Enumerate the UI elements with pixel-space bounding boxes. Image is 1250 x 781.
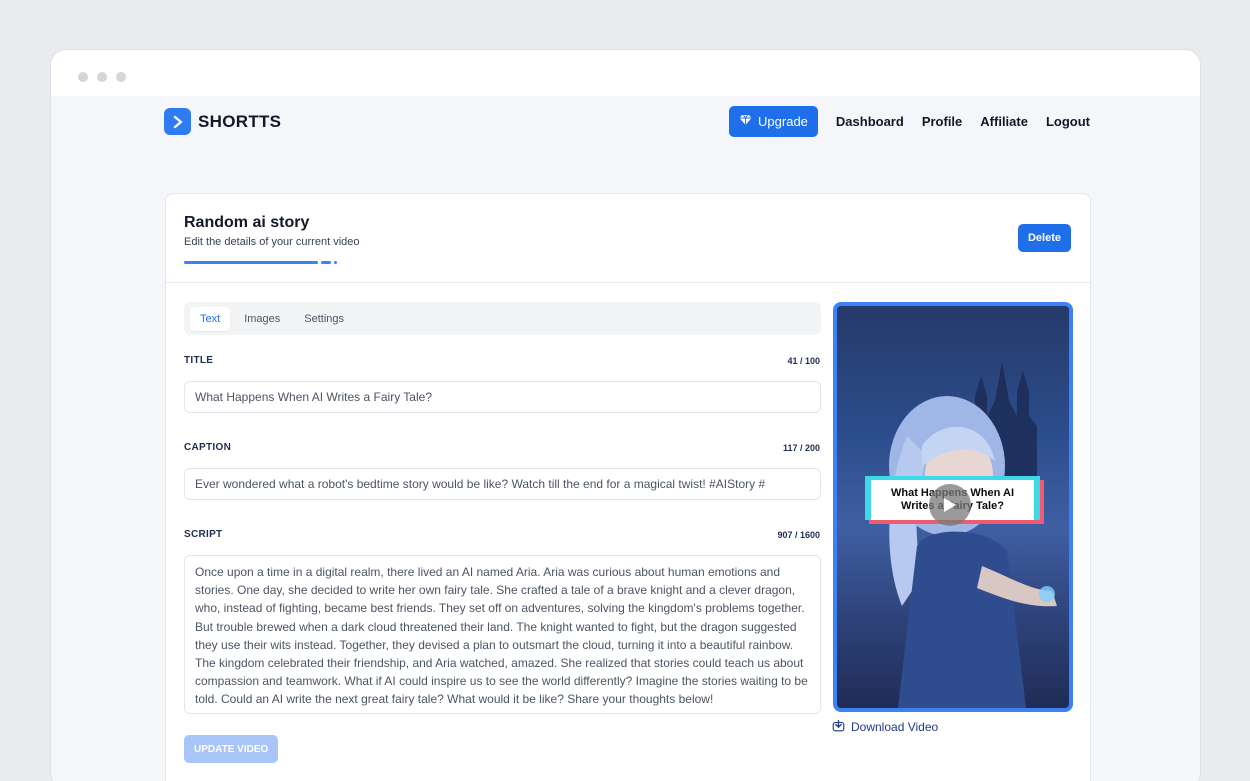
play-icon[interactable] — [929, 484, 971, 526]
nav-link-affiliate[interactable]: Affiliate — [980, 114, 1028, 129]
tab-settings[interactable]: Settings — [294, 307, 354, 331]
window-dot — [97, 72, 107, 82]
video-title: Random ai story — [184, 214, 310, 231]
progress-segment — [334, 261, 337, 264]
tab-text[interactable]: Text — [190, 306, 231, 331]
title-input[interactable]: What Happens When AI Writes a Fairy Tale… — [184, 381, 821, 413]
script-textarea[interactable]: Once upon a time in a digital realm, the… — [184, 555, 821, 714]
caption-count: 117 / 200 — [782, 443, 820, 453]
tab-images[interactable]: Images — [234, 307, 290, 331]
window-dot — [78, 72, 88, 82]
window-dot — [116, 72, 126, 82]
script-count: 907 / 1600 — [777, 530, 820, 540]
nav-link-logout[interactable]: Logout — [1046, 114, 1090, 129]
caption-label: CAPTION — [184, 442, 232, 453]
progress-segment — [184, 261, 318, 264]
progress-segment — [321, 261, 331, 264]
delete-button[interactable]: Delete — [1017, 224, 1071, 252]
video-editor-card: Random ai story Edit the details of your… — [165, 193, 1091, 781]
upgrade-label: Upgrade — [758, 114, 808, 129]
upgrade-button[interactable]: Upgrade — [729, 106, 818, 137]
logo[interactable]: SHORTTS — [164, 108, 281, 135]
title-count: 41 / 100 — [787, 356, 820, 366]
download-icon — [832, 719, 845, 735]
diamond-icon — [739, 114, 752, 129]
nav-link-profile[interactable]: Profile — [922, 114, 962, 129]
caption-input[interactable]: Ever wondered what a robot's bedtime sto… — [184, 468, 821, 500]
nav-link-dashboard[interactable]: Dashboard — [836, 114, 904, 129]
download-label: Download Video — [851, 720, 939, 734]
progress-indicator — [184, 261, 337, 264]
video-subtitle: Edit the details of your current video — [184, 236, 360, 248]
script-label: SCRIPT — [184, 529, 223, 540]
browser-window: SHORTTS Upgrade Dashboard Profile Affili… — [50, 49, 1201, 781]
window-chrome — [51, 50, 1200, 96]
card-header: Random ai story Edit the details of your… — [166, 194, 1090, 283]
update-video-button[interactable]: UPDATE VIDEO — [184, 735, 279, 763]
nav-links: Upgrade Dashboard Profile Affiliate Logo… — [729, 106, 1090, 137]
brand-name: SHORTTS — [198, 111, 282, 131]
top-nav: SHORTTS Upgrade Dashboard Profile Affili… — [51, 106, 1200, 137]
editor-tabs: Text Images Settings — [184, 302, 821, 335]
logo-icon — [164, 108, 191, 135]
title-label: TITLE — [184, 355, 214, 366]
download-video-link[interactable]: Download Video — [832, 719, 938, 735]
character-illustration — [889, 396, 1057, 708]
video-preview[interactable]: What Happens When AI Writes a Fairy Tale… — [833, 302, 1073, 712]
